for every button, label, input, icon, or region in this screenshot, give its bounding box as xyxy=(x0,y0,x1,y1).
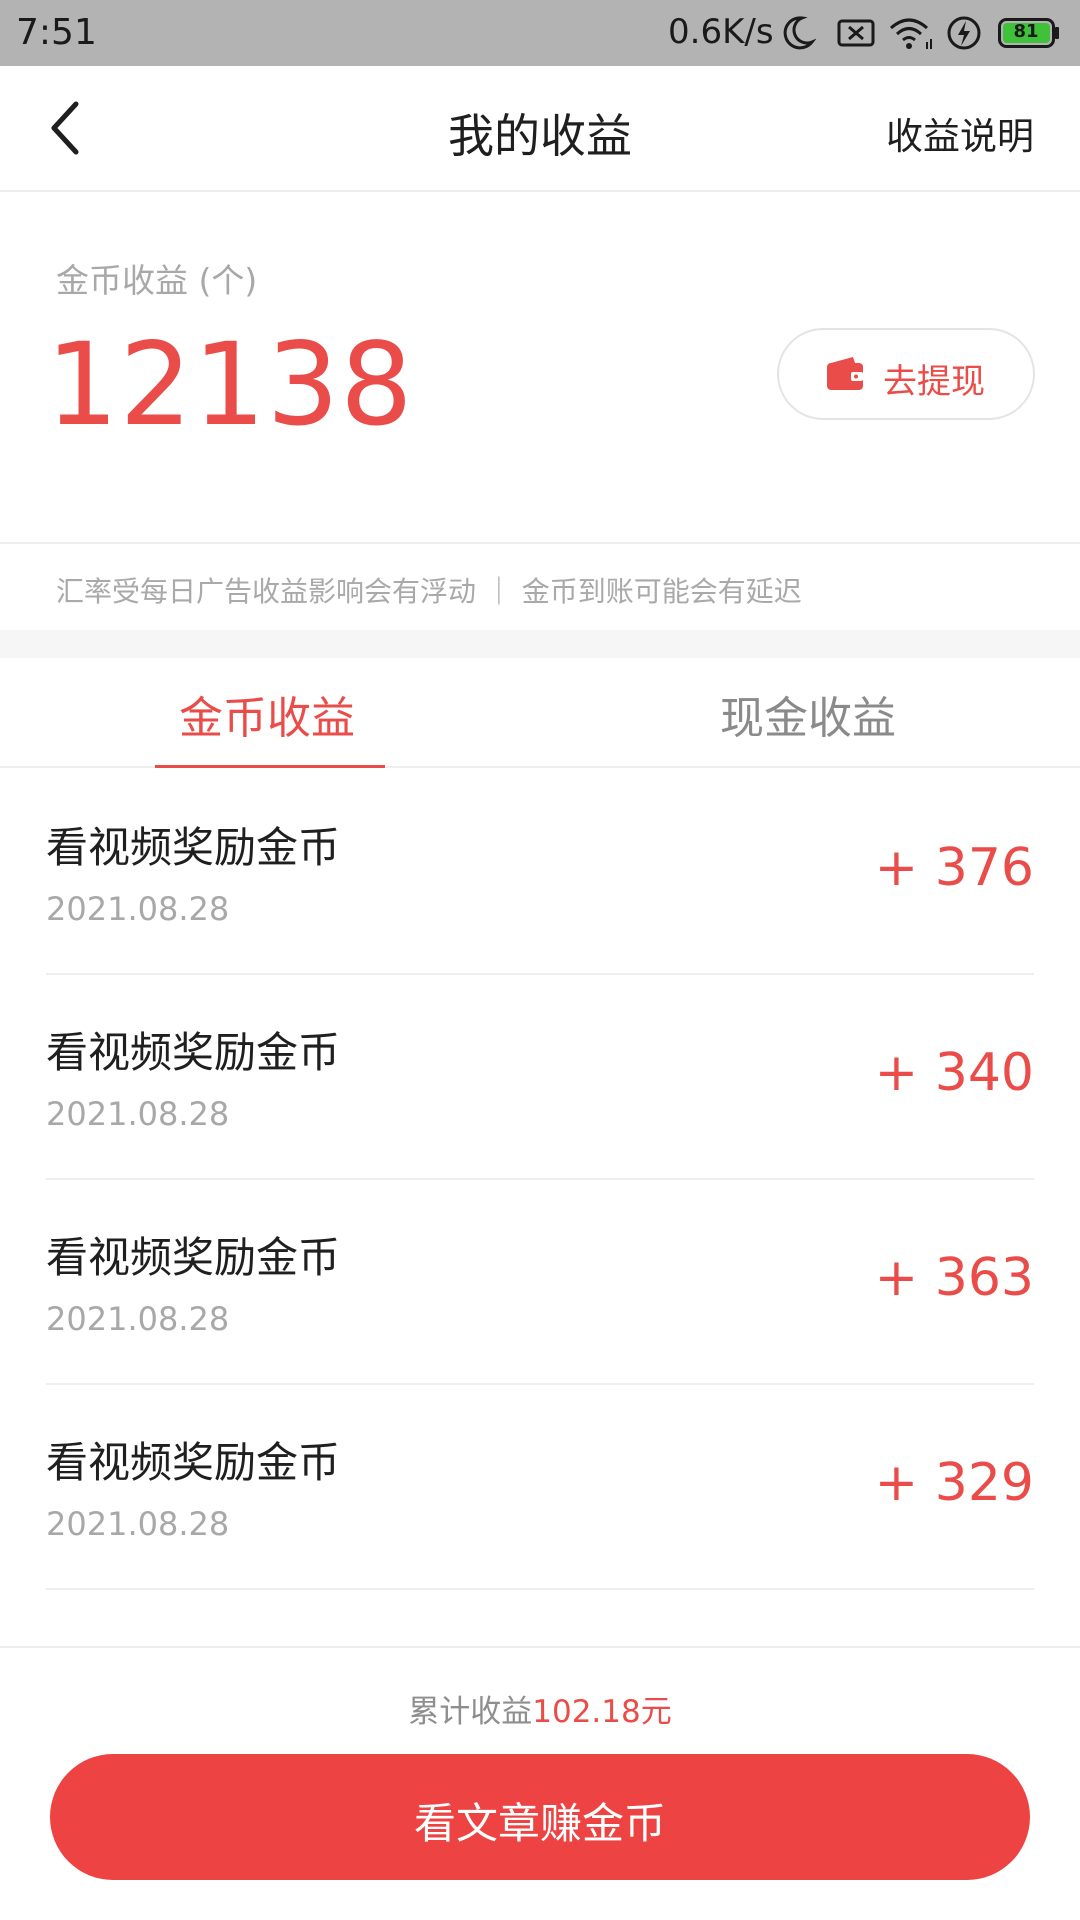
cumulative-earnings-value: 102.18元 xyxy=(532,1694,672,1730)
cta-label: 看文章赚金币 xyxy=(413,1799,666,1848)
record-title: 看文章 xyxy=(46,1634,172,1646)
sim-card-icon xyxy=(837,19,875,47)
status-time: 7:51 xyxy=(16,12,97,53)
tab-label: 金币收益 xyxy=(179,693,355,744)
record-date: 2021.08.28 xyxy=(46,1300,230,1338)
record-title: 看视频奖励金币 xyxy=(46,1028,341,1077)
record-amount: + 363 xyxy=(874,1248,1034,1308)
record-date: 2021.08.28 xyxy=(46,890,230,928)
app-header: 我的收益 收益说明 xyxy=(0,66,1080,192)
charging-icon xyxy=(947,16,981,50)
wifi-icon xyxy=(890,18,932,49)
record-date: 2021.08.28 xyxy=(46,1095,230,1133)
section-divider xyxy=(0,630,1080,658)
chevron-left-icon xyxy=(51,101,79,155)
cumulative-earnings-label: 累计收益 xyxy=(408,1694,533,1730)
record-date: 2021.08.28 xyxy=(46,1505,230,1543)
list-item: 看视频奖励金币 2021.08.28 + 340 xyxy=(46,975,1034,1180)
record-title: 看视频奖励金币 xyxy=(46,1233,341,1282)
coin-earnings-amount: 12138 xyxy=(46,318,414,451)
earnings-summary: 金币收益 (个) 12138 去提现 xyxy=(0,194,1080,542)
earnings-tabs: 金币收益 现金收益 xyxy=(0,658,1080,768)
list-item: 看视频奖励金币 2021.08.28 + 376 xyxy=(46,770,1034,975)
earnings-record-list[interactable]: 看视频奖励金币 2021.08.28 + 376 看视频奖励金币 2021.08… xyxy=(0,770,1080,1646)
footer-bar: 累计收益102.18元 看文章赚金币 xyxy=(0,1646,1080,1920)
record-title: 看视频奖励金币 xyxy=(46,823,341,872)
battery-icon: 81 xyxy=(998,18,1060,48)
record-amount: + 329 xyxy=(874,1453,1034,1513)
notice-text: 汇率受每日广告收益影响会有浮动 ｜ 金币到账可能会有延迟 xyxy=(56,575,802,608)
moon-icon xyxy=(783,16,816,50)
list-item: 看视频奖励金币 2021.08.28 + 329 xyxy=(46,1385,1034,1590)
earnings-explanation-link[interactable]: 收益说明 xyxy=(886,106,1034,160)
screen: 7:51 0.6K/s 81 我的收益 收益说明 金币收益 (个) 12138 … xyxy=(0,0,1080,1920)
list-item: 看视频奖励金币 2021.08.28 + 363 xyxy=(46,1180,1034,1385)
withdraw-label: 去提现 xyxy=(883,362,985,402)
wallet-icon xyxy=(827,357,863,390)
tab-coin-earnings[interactable]: 金币收益 xyxy=(155,658,385,768)
active-tab-indicator xyxy=(155,765,385,768)
record-title: 看视频奖励金币 xyxy=(46,1438,341,1487)
list-item: 看文章 xyxy=(46,1590,1034,1646)
withdraw-button[interactable]: 去提现 xyxy=(777,328,1035,420)
battery-level: 81 xyxy=(1013,21,1039,42)
exchange-rate-notice: 汇率受每日广告收益影响会有浮动 ｜ 金币到账可能会有延迟 xyxy=(0,542,1080,630)
status-bar: 7:51 0.6K/s 81 xyxy=(0,0,1080,66)
tab-cash-earnings[interactable]: 现金收益 xyxy=(700,658,930,766)
network-speed: 0.6K/s xyxy=(668,12,774,52)
back-button[interactable] xyxy=(40,94,110,164)
coin-earnings-label: 金币收益 (个) xyxy=(56,261,258,300)
record-amount: + 340 xyxy=(874,1043,1034,1103)
cumulative-earnings: 累计收益102.18元 xyxy=(0,1686,1080,1731)
read-articles-earn-coins-button[interactable]: 看文章赚金币 xyxy=(50,1754,1030,1880)
tab-label: 现金收益 xyxy=(720,693,896,744)
record-amount: + 376 xyxy=(874,838,1034,898)
